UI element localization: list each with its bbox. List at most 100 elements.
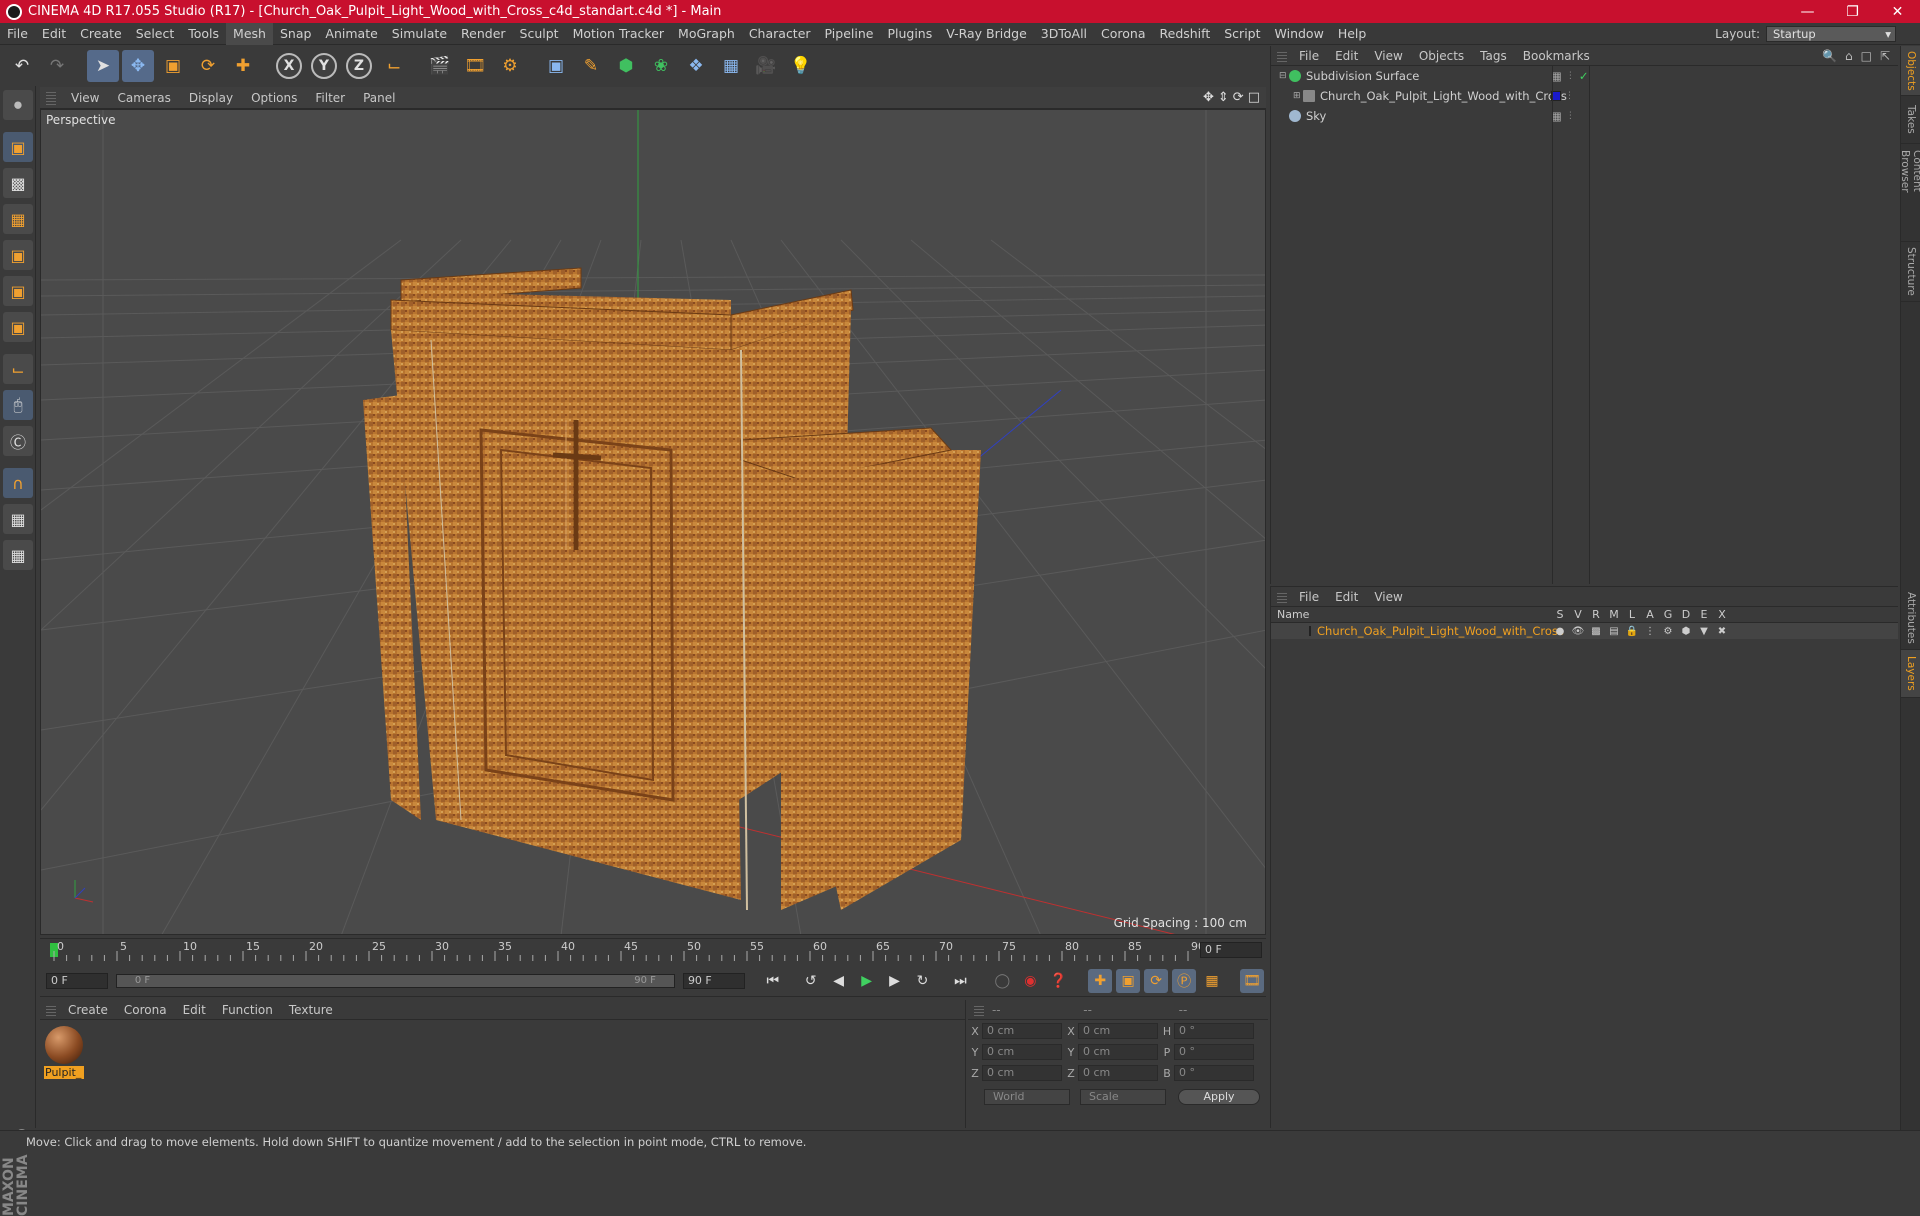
render-settings-icon[interactable]: ⚙ [494, 50, 526, 82]
scale-tool-icon[interactable]: ▣ [157, 50, 189, 82]
viewport-menu-view[interactable]: View [62, 91, 108, 105]
home-icon[interactable]: ⌂ [1845, 49, 1853, 63]
manager-toggle-icon[interactable]: ▤ [1605, 626, 1623, 637]
size-x-field[interactable]: 0 cm [1078, 1023, 1158, 1039]
viewport-menu-options[interactable]: Options [242, 91, 306, 105]
close-icon[interactable]: ✕ [1875, 0, 1920, 23]
menu-help[interactable]: Help [1331, 23, 1374, 45]
menu-script[interactable]: Script [1217, 23, 1267, 45]
go-to-end-icon[interactable]: ⏭ [948, 969, 972, 993]
play-icon[interactable]: ▶ [855, 969, 879, 993]
make-editable-icon[interactable]: ⚫ [3, 90, 33, 120]
coordinate-system-icon[interactable]: ⌙ [378, 50, 410, 82]
autokey-icon[interactable]: ❓ [1046, 969, 1070, 993]
size-z-field[interactable]: 0 cm [1078, 1065, 1158, 1081]
menu-redshift[interactable]: Redshift [1153, 23, 1218, 45]
menu-snap[interactable]: Snap [273, 23, 318, 45]
menu-tools[interactable]: Tools [181, 23, 226, 45]
axis-mode-icon[interactable]: ⌙ [3, 354, 33, 384]
coordinate-space-dropdown[interactable]: World [984, 1089, 1070, 1105]
new-window-icon[interactable]: □ [1861, 49, 1872, 63]
key-pla-icon[interactable]: ▦ [1200, 969, 1224, 993]
zoom-view-icon[interactable]: ⇕ [1218, 90, 1229, 105]
tab-content-browser[interactable]: Content Browser [1899, 144, 1920, 242]
viewport-menu-panel[interactable]: Panel [354, 91, 404, 105]
rotate-tool-icon[interactable]: ⟳ [192, 50, 224, 82]
panel-grip-icon[interactable] [1277, 590, 1287, 603]
rotate-view-icon[interactable]: ⟳ [1233, 90, 1244, 105]
record-icon[interactable]: ◉ [1018, 969, 1042, 993]
cube-primitive-icon[interactable]: ▣ [540, 50, 572, 82]
menu-corona[interactable]: Corona [1094, 23, 1152, 45]
timeline-ruler[interactable]: 0 5 10 15 20 25 30 35 40 45 50 55 60 65 70 75 80 85 90 0 F [40, 938, 1266, 962]
key-rotation-icon[interactable]: ⟳ [1144, 968, 1169, 993]
workplane-icon[interactable]: ▦ [3, 204, 33, 234]
search-icon[interactable]: 🔍 [1822, 49, 1837, 63]
menu-render[interactable]: Render [454, 23, 513, 45]
transform-tool-icon[interactable]: ✚ [227, 50, 259, 82]
panel-grip-icon[interactable] [46, 90, 56, 105]
view-toggle-icon[interactable]: 👁 [1569, 626, 1587, 637]
visibility-dot[interactable]: ⋮ [1566, 111, 1575, 121]
menu-mograph[interactable]: MoGraph [671, 23, 742, 45]
layer-menu-view[interactable]: View [1366, 590, 1410, 604]
tab-attributes[interactable]: Attributes [1901, 586, 1920, 650]
object-row[interactable]: Sky ▦ ⋮ [1271, 106, 1898, 126]
timeline-window-icon[interactable]: 🎞 [1239, 968, 1264, 993]
maximize-icon[interactable]: ❐ [1830, 0, 1875, 23]
material-swatch[interactable]: Pulpit_ [44, 1024, 84, 1080]
object-menu-file[interactable]: File [1291, 49, 1327, 63]
menu-motion-tracker[interactable]: Motion Tracker [566, 23, 671, 45]
position-y-field[interactable]: 0 cm [982, 1044, 1062, 1060]
go-to-start-icon[interactable]: ⏮ [761, 969, 785, 993]
render-view-icon[interactable]: 🎬 [424, 50, 456, 82]
material-menu-corona[interactable]: Corona [116, 1003, 175, 1017]
menu-character[interactable]: Character [742, 23, 818, 45]
menu-file[interactable]: File [0, 23, 35, 45]
layer-menu-edit[interactable]: Edit [1327, 590, 1366, 604]
tweak-mode-icon[interactable]: 🖰 [3, 390, 33, 420]
start-frame-field[interactable]: 0 F [46, 972, 108, 989]
key-scale-icon[interactable]: ▣ [1116, 968, 1141, 993]
deformers-toggle-icon[interactable]: ⬢ [1677, 626, 1695, 637]
layer-menu-file[interactable]: File [1291, 590, 1327, 604]
z-axis-lock-icon[interactable]: Z [346, 53, 372, 79]
viewport-menu-filter[interactable]: Filter [306, 91, 354, 105]
solo-mode-icon[interactable]: Ⓒ [3, 426, 33, 456]
object-menu-view[interactable]: View [1366, 49, 1410, 63]
generators-toggle-icon[interactable]: ⚙ [1659, 626, 1677, 637]
redo-icon[interactable]: ↷ [41, 50, 73, 82]
camera-icon[interactable]: 🎥 [750, 50, 782, 82]
range-slider[interactable]: 0 F 90 F [115, 973, 675, 988]
panel-grip-icon[interactable] [1277, 49, 1287, 62]
menu-3dtoall[interactable]: 3DToAll [1034, 23, 1094, 45]
undo-icon[interactable]: ↶ [6, 50, 38, 82]
points-mode-icon[interactable]: ▣ [3, 240, 33, 270]
menu-select[interactable]: Select [129, 23, 182, 45]
material-menu-edit[interactable]: Edit [175, 1003, 214, 1017]
position-z-field[interactable]: 0 cm [982, 1065, 1062, 1081]
enabled-check-icon[interactable]: ✓ [1579, 69, 1589, 83]
minimize-icon[interactable]: — [1785, 0, 1830, 23]
planar-workplane-icon[interactable]: ▦ [3, 540, 33, 570]
size-mode-dropdown[interactable]: Scale [1080, 1089, 1166, 1105]
xref-toggle-icon[interactable]: ✖ [1713, 626, 1731, 637]
render-visibility-dot[interactable]: ⋮ [1566, 71, 1575, 81]
menu-create[interactable]: Create [73, 23, 129, 45]
end-frame-field[interactable]: 90 F [682, 972, 745, 989]
menu-vray-bridge[interactable]: V-Ray Bridge [939, 23, 1034, 45]
lock-toggle-icon[interactable]: 🔒 [1623, 626, 1641, 637]
next-frame-icon[interactable]: ▶ [883, 969, 907, 993]
snap-icon[interactable]: ∩ [3, 468, 33, 498]
render-picture-viewer-icon[interactable]: 🎞 [459, 50, 491, 82]
menu-sculpt[interactable]: Sculpt [513, 23, 566, 45]
key-position-icon[interactable]: ✚ [1088, 968, 1113, 993]
pan-view-icon[interactable]: ✥ [1203, 90, 1214, 105]
rotation-h-field[interactable]: 0 ° [1174, 1023, 1254, 1039]
light-icon[interactable]: 💡 [785, 50, 817, 82]
model-mode-icon[interactable]: ▣ [3, 132, 33, 162]
menu-plugins[interactable]: Plugins [880, 23, 939, 45]
viewport-menu-display[interactable]: Display [180, 91, 242, 105]
lock-workplane-icon[interactable]: ▦ [3, 504, 33, 534]
texture-mode-icon[interactable]: ▩ [3, 168, 33, 198]
